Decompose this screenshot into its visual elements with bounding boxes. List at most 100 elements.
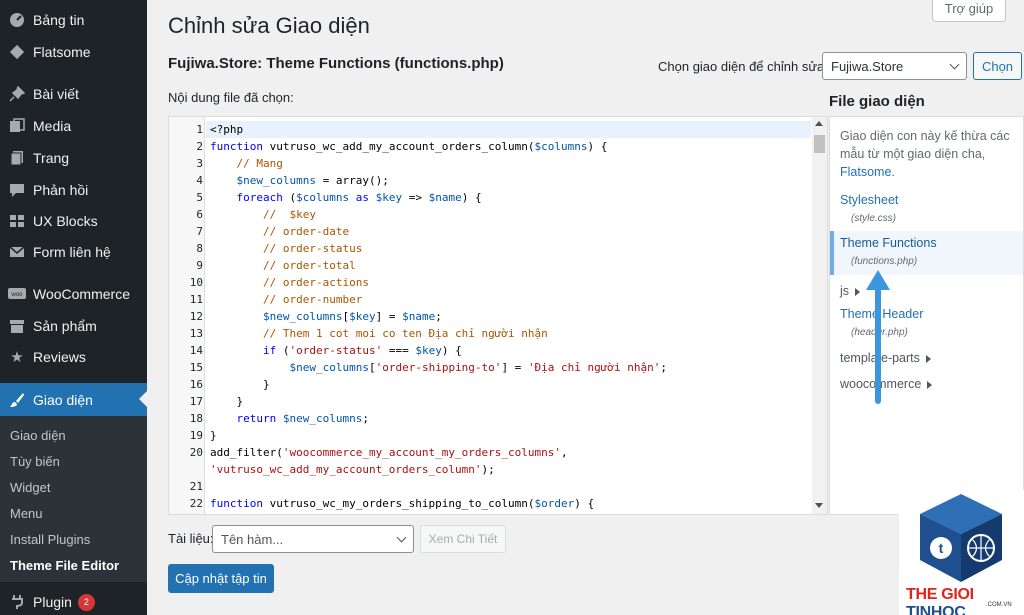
menu-item-reviews[interactable]: ★ Reviews: [0, 341, 147, 373]
code-line: // order-total: [262, 259, 356, 272]
caret-right-icon: [855, 287, 861, 296]
flatsome-icon: [7, 42, 27, 62]
update-file-button[interactable]: Cập nhật tập tin: [168, 564, 274, 593]
menu-label: Sản phẩm: [33, 318, 97, 334]
menu-label: Bài viết: [33, 86, 79, 102]
line-number: 12: [189, 310, 203, 323]
lookup-button[interactable]: Xem Chi Tiết: [420, 525, 506, 553]
theme-select-value: Fujiwa.Store: [831, 58, 904, 74]
caret-right-icon: [927, 380, 933, 389]
code-line: function vutruso_wc_add_my_account_order…: [210, 140, 608, 153]
folder-template-parts[interactable]: template-parts: [840, 351, 931, 365]
line-number: 11: [189, 293, 203, 306]
submenu-menus[interactable]: Menu: [10, 506, 43, 521]
code-line: 'vutruso_wc_add_my_account_orders_column…: [210, 463, 495, 476]
submenu-install-plugins[interactable]: Install Plugins: [10, 532, 90, 547]
folder-woocommerce[interactable]: woocommerce: [840, 377, 933, 391]
menu-label: Phản hồi: [33, 182, 89, 198]
code-line: // Them 1 cot moi co ten Địa chỉ người n…: [262, 327, 548, 340]
documentation-label: Tài liệu:: [168, 531, 214, 546]
mail-icon: [7, 242, 27, 262]
file-stylesheet-name: (style.css): [851, 213, 896, 224]
page-title: Chỉnh sửa Giao diện: [168, 13, 370, 38]
help-tab[interactable]: Trợ giúp: [932, 0, 1006, 22]
line-number: 4: [196, 174, 203, 187]
file-theme-functions[interactable]: Theme Functions: [840, 236, 937, 250]
submenu-customize[interactable]: Tùy biến: [10, 454, 60, 469]
note-text: Giao diện con này kế thừa các mẫu từ một…: [840, 129, 1010, 161]
scrollbar-thumb[interactable]: [814, 135, 825, 153]
brand-part-b: TINHOC: [906, 604, 966, 615]
star-icon: ★: [10, 349, 24, 366]
menu-item-woocommerce[interactable]: woo WooCommerce: [0, 278, 147, 310]
menu-item-dashboard[interactable]: Bảng tin: [0, 4, 147, 36]
menu-label: Form liên hệ: [33, 244, 111, 260]
folder-label: js: [840, 284, 850, 298]
menu-item-comments[interactable]: Phản hồi: [0, 174, 147, 206]
menu-item-plugins[interactable]: Plugin 2: [0, 586, 147, 615]
menu-label: WooCommerce: [33, 286, 130, 302]
menu-label: UX Blocks: [33, 213, 98, 229]
scroll-down-arrow[interactable]: [815, 503, 823, 508]
code-line: $shipping_address_1 = $order->get_shippi…: [210, 512, 601, 514]
comment-icon: [7, 180, 27, 200]
line-number: 23: [169, 512, 203, 514]
choose-theme-label: Chọn giao diện để chỉnh sửa:: [658, 59, 828, 74]
choose-button[interactable]: Chọn: [973, 52, 1022, 80]
submenu-theme-file-editor[interactable]: Theme File Editor: [10, 558, 119, 573]
theme-select[interactable]: Fujiwa.Store: [822, 52, 967, 80]
archive-icon: [7, 316, 27, 336]
line-number: [169, 461, 203, 478]
file-functions-name: (functions.php): [851, 256, 918, 267]
svg-text:t: t: [939, 540, 944, 556]
active-indicator: [139, 391, 147, 407]
menu-item-flatsome[interactable]: Flatsome: [0, 36, 147, 68]
menu-item-pages[interactable]: Trang: [0, 142, 147, 174]
menu-item-media[interactable]: Media: [0, 110, 147, 142]
parent-theme-link[interactable]: Flatsome.: [840, 165, 895, 179]
line-number: 18: [189, 412, 203, 425]
line-number: 8: [196, 242, 203, 255]
admin-sidebar: Bảng tin Flatsome Bài viết Media Trang P…: [0, 0, 147, 615]
menu-item-appearance[interactable]: Giao diện: [0, 383, 147, 416]
menu-item-products[interactable]: Sản phẩm: [0, 310, 147, 342]
file-theme-header[interactable]: Theme Header: [840, 307, 923, 321]
code-line: }: [262, 378, 270, 391]
function-lookup-select[interactable]: Tên hàm...: [212, 525, 414, 553]
line-number: 14: [189, 344, 203, 357]
line-number: 2: [196, 140, 203, 153]
submenu-themes[interactable]: Giao diện: [10, 428, 66, 443]
code-editor[interactable]: 1234567891011121314151617181920212223 <?…: [168, 116, 828, 515]
code-line: // order-actions: [262, 276, 369, 289]
brand-domain: .COM.VN: [986, 602, 1012, 608]
svg-text:woo: woo: [10, 292, 23, 298]
woo-icon: woo: [7, 284, 27, 304]
editor-scrollbar[interactable]: [812, 117, 827, 514]
menu-label: Bảng tin: [33, 12, 85, 28]
theme-files-heading: File giao diện: [829, 93, 925, 110]
menu-item-contact-form[interactable]: Form liên hệ: [0, 236, 147, 268]
line-number: 16: [189, 378, 203, 391]
line-number: 1: [196, 123, 203, 136]
folder-js[interactable]: js: [840, 284, 861, 298]
cube-logo-icon: t: [920, 494, 1002, 582]
code-line: }: [236, 395, 244, 408]
dashboard-icon: [7, 10, 27, 30]
line-number: 13: [189, 327, 203, 340]
page-icon: [7, 148, 27, 168]
plugin-icon: [7, 592, 27, 612]
menu-label: Media: [33, 118, 72, 134]
line-number: 15: [189, 361, 203, 374]
annotation-arrow-shaft: [875, 286, 881, 404]
menu-label: Trang: [33, 150, 70, 166]
code-line: // $key: [262, 208, 316, 221]
file-stylesheet[interactable]: Stylesheet: [840, 193, 898, 207]
brand-wordmark: THE GIOI TINHOC: [906, 586, 1024, 615]
code-line: <?php: [210, 123, 244, 136]
child-theme-note: Giao diện con này kế thừa các mẫu từ một…: [840, 127, 1015, 181]
menu-item-posts[interactable]: Bài viết: [0, 78, 147, 110]
submenu-widgets[interactable]: Widget: [10, 480, 50, 495]
scroll-up-arrow[interactable]: [815, 121, 823, 126]
code-line: // order-status: [262, 242, 363, 255]
menu-item-ux-blocks[interactable]: UX Blocks: [0, 205, 147, 237]
